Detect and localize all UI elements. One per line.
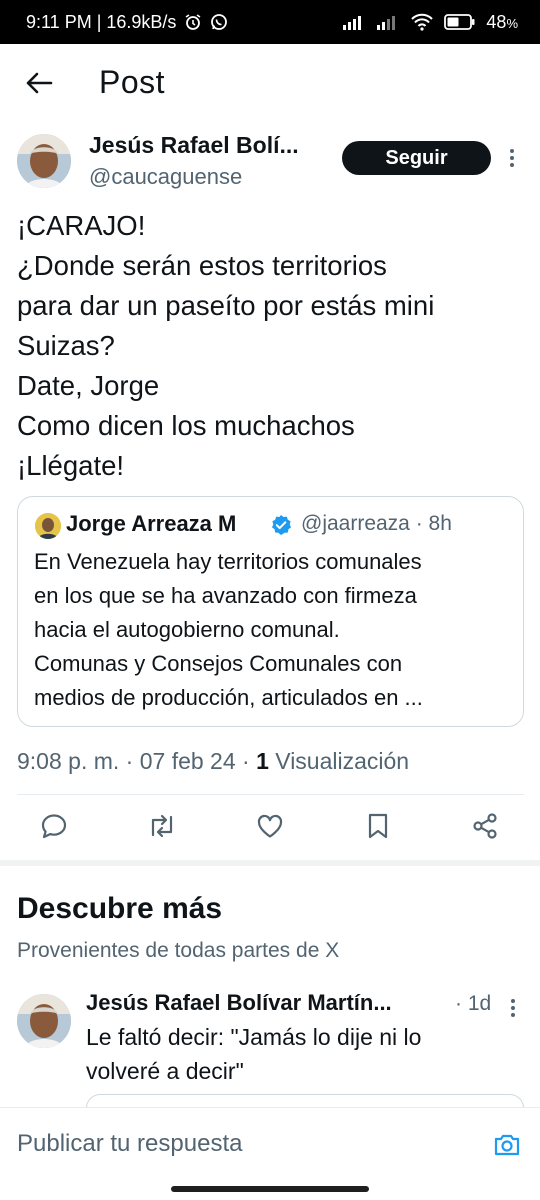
author-avatar[interactable] [17,994,71,1048]
wifi-icon [410,13,434,31]
divider [17,794,524,795]
reply-button[interactable] [39,811,69,841]
tweet-text-line: Suizas? [17,330,115,361]
top-header: Post [0,44,540,120]
more-vertical-icon [511,999,515,1017]
tweet-text-line: para dar un paseíto por estás mini [17,290,435,321]
battery-icon [444,13,476,31]
quote-text-line: En Venezuela hay territorios comunales [34,549,422,574]
tweet-text-line: ¿Donde serán estos territorios [17,250,387,281]
like-button[interactable] [255,811,285,841]
status-time-speed: 9:11 PM | 16.9kB/s [26,11,177,32]
quote-avatar [35,513,61,539]
quote-text-line: medios de producción, articulados en ... [34,685,423,710]
bookmark-button[interactable] [363,811,393,841]
signal-icon [376,14,400,30]
tweet-text-line: ¡Llégate! [17,450,125,481]
more-options-button[interactable] [502,145,522,171]
views-label[interactable]: Visualización [269,748,409,774]
status-bar-right: 48% [342,12,518,33]
tweet-text: ¡CARAJO! ¿Donde serán estos territorios … [17,206,527,486]
quote-text-line: en los que se ha avanzado con firmeza [34,583,417,608]
camera-icon [494,1134,520,1156]
discover-post-text: Le faltó decir: "Jamás lo dije ni lo vol… [86,1020,421,1088]
discover-subtitle: Provenientes de todas partes de X [17,939,340,962]
like-icon [257,814,283,838]
repost-button[interactable] [147,811,177,841]
share-button[interactable] [470,811,500,841]
signal-icon [342,14,366,30]
discover-author-name[interactable]: Jesús Rafael Bolívar Martín... [86,990,392,1016]
share-icon [473,813,497,839]
more-options-button[interactable] [503,996,523,1020]
back-button[interactable] [22,66,56,100]
bookmark-icon [368,813,388,839]
home-indicator[interactable] [171,1186,369,1192]
discover-text-line: volveré a decir" [86,1058,244,1084]
section-separator [0,860,540,866]
status-bar-left: 9:11 PM | 16.9kB/s [26,12,228,33]
quoted-tweet-card[interactable]: Jorge Arreaza M @jaarreaza · 8h En Venez… [17,496,524,727]
quote-text: En Venezuela hay territorios comunales e… [34,545,514,715]
reply-bar: Publicar tu respuesta [0,1107,540,1200]
whatsapp-icon [210,13,228,31]
timestamp-text: 9:08 p. m. · 07 feb 24 · [17,748,257,774]
post-timestamp: 9:08 p. m. · 07 feb 24 · 1 Visualización [17,748,409,775]
follow-button[interactable]: Seguir [342,141,491,175]
repost-icon [151,814,173,838]
page-title: Post [99,64,166,100]
author-handle[interactable]: @caucaguense [89,164,242,190]
more-vertical-icon [510,149,514,167]
quote-text-line: Comunas y Consejos Comunales con [34,651,403,676]
views-count[interactable]: 1 [256,748,269,774]
battery-level: 48% [486,11,518,32]
tweet-text-line: ¡CARAJO! [17,210,146,241]
status-bar: 9:11 PM | 16.9kB/s 48% [0,0,540,44]
arrow-left-icon [26,72,53,94]
action-bar [0,811,540,861]
camera-button[interactable] [492,1130,522,1160]
author-avatar[interactable] [17,134,71,188]
verified-badge-icon [270,514,292,536]
discover-text-line: Le faltó decir: "Jamás lo dije ni lo [86,1024,422,1050]
discover-title: Descubre más [17,892,223,925]
reply-input[interactable]: Publicar tu respuesta [17,1130,242,1158]
tweet-text-line: Como dicen los muchachos [17,410,355,441]
reply-icon [41,814,67,839]
discover-post-time: · 1d [455,992,492,1015]
tweet-text-line: Date, Jorge [17,370,160,401]
author-name[interactable]: Jesús Rafael Bolí... [89,132,299,159]
quote-text-line: hacia el autogobierno comunal. [34,617,340,642]
quote-meta: @jaarreaza · 8h [301,512,452,535]
alarm-icon [184,13,202,31]
quote-author-name: Jorge Arreaza M [66,511,237,536]
